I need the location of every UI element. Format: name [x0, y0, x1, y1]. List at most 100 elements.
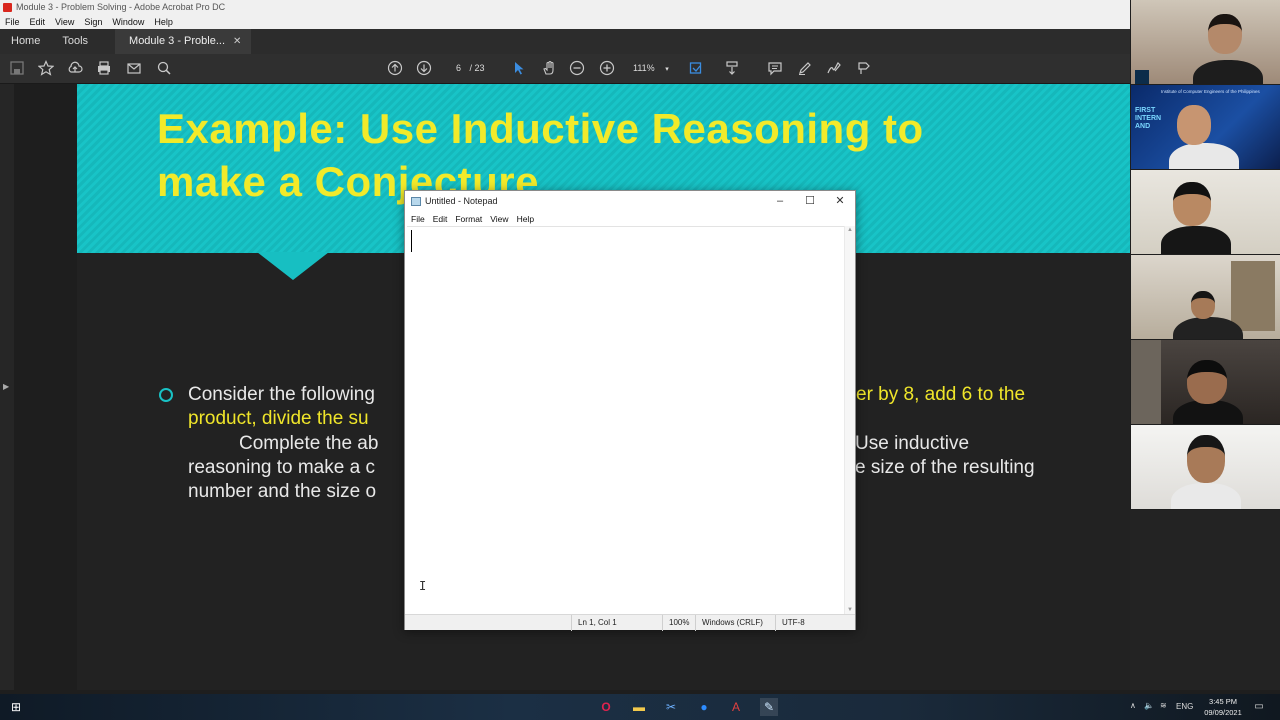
- background-wall: [1131, 340, 1161, 424]
- participant-silhouette: [1193, 60, 1263, 84]
- notepad-title: Untitled - Notepad: [425, 196, 498, 206]
- close-icon[interactable]: ✕: [825, 191, 855, 212]
- menu-view[interactable]: View: [50, 15, 79, 29]
- line-endings: Windows (CRLF): [695, 615, 775, 631]
- video-tile-5[interactable]: [1131, 340, 1280, 424]
- body-line-2: product, divide the su: [188, 408, 369, 429]
- select-cursor-icon[interactable]: [510, 60, 528, 78]
- fit-page-icon[interactable]: [687, 60, 705, 78]
- virtual-background-caption: Institute of Computer Engineers of the P…: [1161, 89, 1260, 94]
- page-number-input[interactable]: 6: [445, 63, 461, 73]
- network-icon[interactable]: ≋: [1160, 701, 1167, 710]
- text-caret: [411, 230, 412, 252]
- sign-icon[interactable]: [825, 60, 843, 78]
- window-title: Module 3 - Problem Solving - Adobe Acrob…: [16, 2, 226, 12]
- menu-sign[interactable]: Sign: [79, 15, 107, 29]
- menu-window[interactable]: Window: [107, 15, 149, 29]
- slide-title-line-1: Example: Use Inductive Reasoning to: [157, 105, 924, 152]
- page-total: / 23: [469, 63, 485, 73]
- tab-tools[interactable]: Tools: [51, 29, 99, 54]
- expand-pane-icon[interactable]: ▶: [3, 382, 9, 391]
- notepad-window[interactable]: Untitled - Notepad – ☐ ✕ File Edit Forma…: [404, 190, 856, 631]
- video-tile-6[interactable]: [1131, 425, 1280, 509]
- participant-silhouette: [1169, 143, 1239, 169]
- body-line-3: Complete the ab: [239, 433, 379, 454]
- video-tile-1[interactable]: [1131, 0, 1280, 84]
- acrobat-taskbar-icon[interactable]: A: [727, 698, 745, 716]
- previous-page-icon[interactable]: [386, 60, 404, 78]
- notepad-menu-format[interactable]: Format: [451, 212, 486, 226]
- body-line-5: number and the size o: [188, 481, 377, 502]
- notepad-menu-edit[interactable]: Edit: [429, 212, 452, 226]
- participant-head: [1177, 105, 1211, 145]
- notepad-menu-file[interactable]: File: [407, 212, 429, 226]
- menu-help[interactable]: Help: [149, 15, 178, 29]
- minimize-icon[interactable]: –: [765, 191, 795, 212]
- video-tile-3[interactable]: [1131, 170, 1280, 254]
- notifications-icon[interactable]: ▭: [1250, 698, 1268, 716]
- print-icon[interactable]: [95, 60, 113, 78]
- scroll-down-icon[interactable]: ▼: [847, 607, 853, 613]
- zoom-in-icon[interactable]: [598, 60, 616, 78]
- acrobat-toolbar: 6 / 23 111% ▾: [0, 54, 1130, 84]
- next-page-icon[interactable]: [415, 60, 433, 78]
- highlight-pen-icon[interactable]: [796, 60, 814, 78]
- notepad-taskbar-icon[interactable]: ✎: [760, 698, 778, 716]
- bullet-circle-icon: [159, 388, 173, 402]
- notepad-text-area[interactable]: I: [407, 226, 844, 614]
- language-indicator[interactable]: ENG: [1176, 702, 1193, 711]
- close-tab-icon[interactable]: ✕: [233, 29, 241, 54]
- zoom-level-dropdown[interactable]: 111% ▾: [633, 63, 669, 73]
- video-tile-4[interactable]: [1131, 255, 1280, 339]
- email-icon[interactable]: [125, 60, 143, 78]
- save-icon[interactable]: [8, 60, 26, 78]
- bookmark-star-icon[interactable]: [37, 60, 55, 78]
- title-band-pointer: [257, 252, 329, 280]
- ibeam-cursor-icon: I: [419, 579, 427, 593]
- scrolling-mode-icon[interactable]: [723, 60, 741, 78]
- notepad-status-bar: Ln 1, Col 1 100% Windows (CRLF) UTF-8: [405, 614, 855, 631]
- taskbar-clock[interactable]: 3:45 PM 09/09/2021: [1200, 696, 1246, 718]
- notepad-menu-help[interactable]: Help: [513, 212, 538, 226]
- participant-head: [1187, 435, 1225, 483]
- opera-browser-icon[interactable]: O: [597, 698, 615, 716]
- upload-cloud-icon[interactable]: [66, 60, 84, 78]
- body-line-1: Consider the following: [188, 384, 375, 405]
- tab-document[interactable]: Module 3 - Proble... ✕: [115, 29, 252, 54]
- participant-head: [1187, 360, 1227, 404]
- page-indicator: 6 / 23: [445, 63, 485, 73]
- more-tools-icon[interactable]: [855, 60, 873, 78]
- zoom-app-icon[interactable]: ●: [695, 698, 713, 716]
- windows-start-icon[interactable]: ⊞: [7, 698, 25, 716]
- snipping-tool-icon[interactable]: ✂: [662, 698, 680, 716]
- notepad-title-bar[interactable]: Untitled - Notepad – ☐ ✕: [405, 191, 855, 212]
- volume-icon[interactable]: 🔈: [1144, 701, 1154, 710]
- menu-edit[interactable]: Edit: [25, 15, 51, 29]
- video-overlay-icon: [1135, 70, 1149, 84]
- notepad-menu-view[interactable]: View: [486, 212, 512, 226]
- body-line-4-end: e size of the resulting: [855, 457, 1035, 478]
- comment-icon[interactable]: [766, 60, 784, 78]
- hand-tool-icon[interactable]: [540, 60, 558, 78]
- maximize-icon[interactable]: ☐: [795, 191, 825, 212]
- zoom-level: 111%: [633, 63, 655, 73]
- body-line-1-end: er by 8, add 6 to the: [856, 384, 1026, 405]
- notepad-vertical-scrollbar[interactable]: ▲ ▼: [844, 226, 855, 614]
- file-explorer-icon[interactable]: ▬: [630, 698, 648, 716]
- cursor-position: Ln 1, Col 1: [571, 615, 667, 631]
- search-icon[interactable]: [155, 60, 173, 78]
- zoom-out-icon[interactable]: [568, 60, 586, 78]
- participant-silhouette: [1171, 483, 1241, 509]
- scroll-up-icon[interactable]: ▲: [847, 227, 853, 233]
- video-tile-2[interactable]: Institute of Computer Engineers of the P…: [1131, 85, 1280, 169]
- show-hidden-icons-icon[interactable]: ∧: [1130, 701, 1136, 710]
- participant-silhouette: [1161, 226, 1231, 254]
- menu-file[interactable]: File: [0, 15, 25, 29]
- body-line-4: reasoning to make a c: [188, 457, 375, 478]
- acrobat-app-icon: [3, 3, 12, 12]
- tab-home[interactable]: Home: [0, 29, 51, 54]
- clock-time: 3:45 PM: [1209, 697, 1237, 706]
- participant-head: [1191, 291, 1215, 319]
- virtual-background-text: FIRST INTERN AND: [1135, 107, 1162, 130]
- tab-bar: Home Tools Module 3 - Proble... ✕: [0, 29, 1130, 54]
